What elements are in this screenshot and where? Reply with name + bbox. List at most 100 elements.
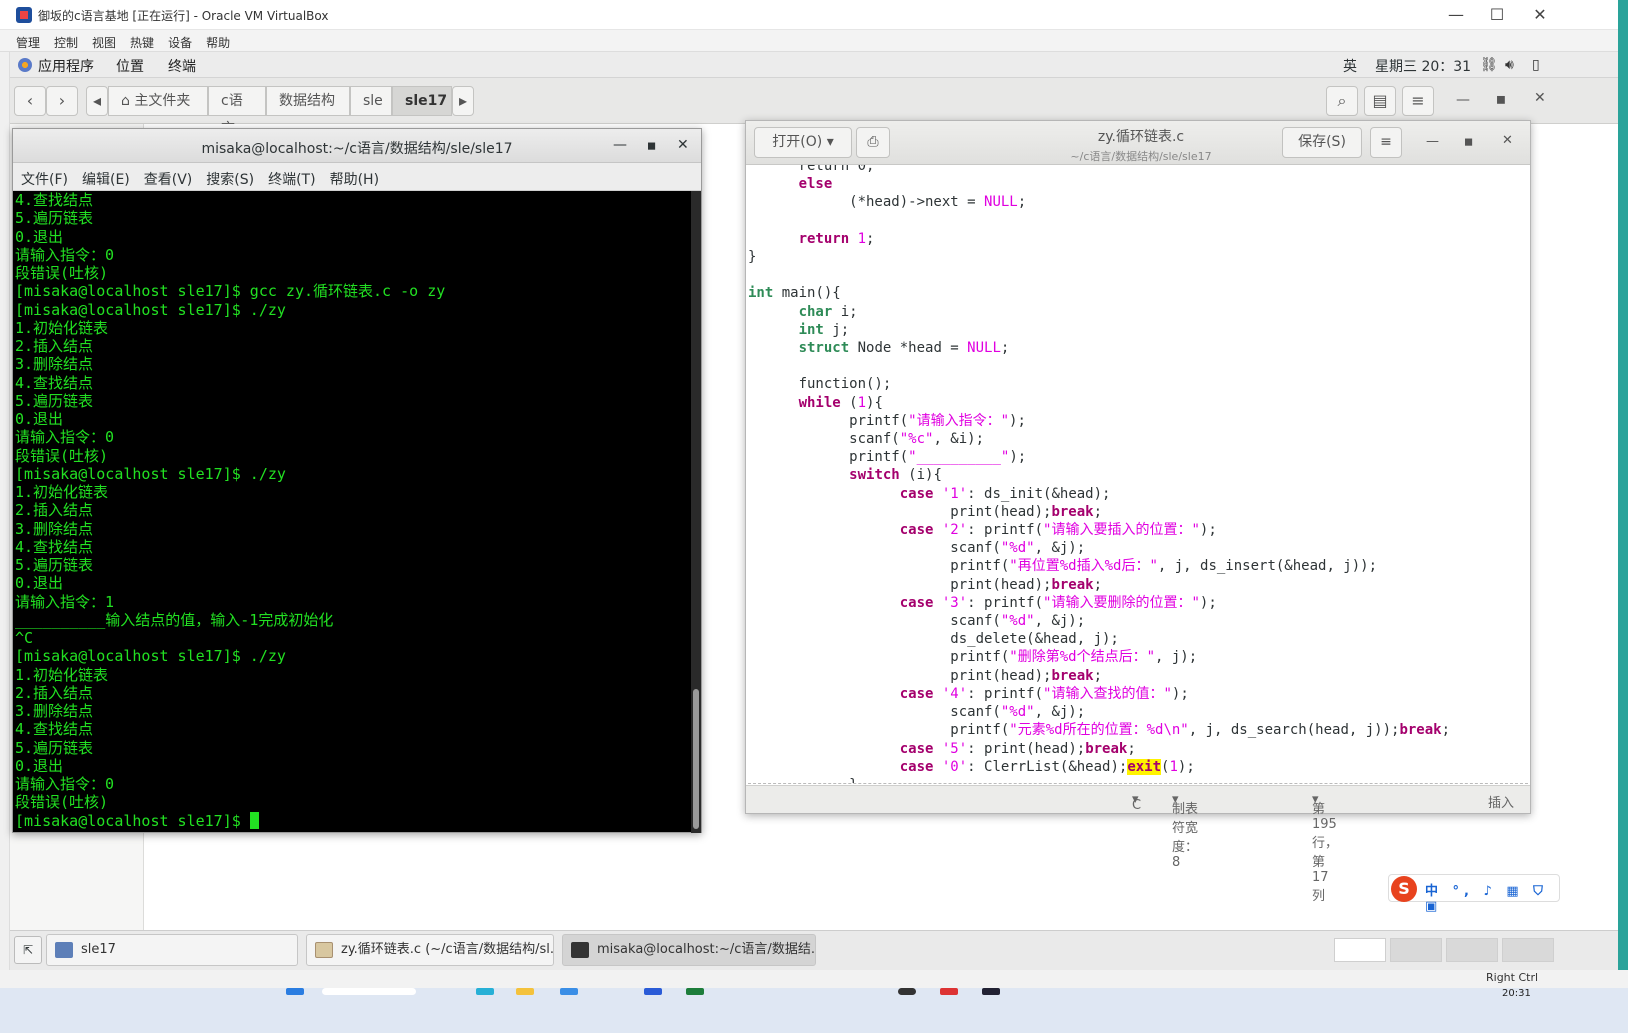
menu-help[interactable]: 帮助 (206, 34, 230, 51)
breadcrumb-data-structures[interactable]: 数据结构 (266, 86, 350, 116)
terminal-menu-search[interactable]: 搜索(S) (206, 169, 254, 189)
menu-hotkey[interactable]: 热键 (130, 34, 154, 51)
host-explorer-icon[interactable] (516, 988, 534, 995)
workspace-1[interactable] (1334, 938, 1386, 962)
host-search-box[interactable] (322, 988, 416, 995)
tab-width-selector[interactable]: 制表符宽度：8 ▾ (1172, 792, 1198, 870)
volume-icon[interactable]: 🔊︎ (1505, 57, 1514, 73)
search-icon[interactable]: ⌕ (1326, 86, 1358, 116)
code-token: : print(head); (967, 740, 1086, 757)
code-line: printf("元素%d所在的位置：%d\n", j, ds_search(he… (748, 721, 1530, 739)
code-token: "元素%d所在的位置：%d\n" (1009, 722, 1189, 739)
terminal-line: 4.查找结点 (15, 720, 94, 739)
windows-start-icon[interactable] (286, 988, 304, 995)
maximize-icon[interactable]: ☐ (1483, 4, 1511, 26)
code-token: break (1051, 667, 1094, 684)
clock[interactable]: 星期三 20：31 (1375, 56, 1471, 76)
minimize-icon[interactable]: — (1442, 4, 1470, 26)
code-token: ); (1177, 758, 1195, 775)
task-sle17[interactable]: sle17 (46, 934, 298, 966)
terminal-app-menu[interactable]: 终端 (168, 56, 196, 76)
code-token: ); (1199, 522, 1217, 539)
terminal-line: 请输入指令：0 (15, 245, 115, 264)
code-editor[interactable]: return 0; else (*head)->next = NULL; ret… (748, 165, 1530, 783)
code-token: function(); (748, 376, 892, 393)
menu-manage[interactable]: 管理 (16, 34, 40, 51)
workspace-2[interactable] (1390, 938, 1442, 962)
breadcrumb-home[interactable]: ⌂ 主文件夹 (108, 86, 208, 116)
host-app-icon[interactable] (560, 988, 578, 995)
open-button[interactable]: 打开(O) ▾ (754, 127, 852, 158)
breadcrumb-right-icon[interactable]: ▸ (452, 86, 474, 116)
places-menu[interactable]: 位置 (116, 56, 144, 76)
task-gedit[interactable]: zy.循环链表.c (~/c语言/数据结构/sl... (306, 934, 554, 966)
breadcrumb-sle17[interactable]: sle17 (392, 86, 452, 116)
code-token: , &j); (1034, 613, 1086, 630)
close-icon[interactable]: ✕ (1526, 4, 1554, 26)
gedit-headerbar: 打开(O) ▾ ⎙ zy.循环链表.c ~/c语言/数据结构/sle/sle17… (746, 121, 1530, 165)
vbox-menubar: 管理 控制 视图 热键 设备 帮助 (0, 30, 1628, 52)
code-token: Node *head = (849, 340, 968, 357)
show-desktop-icon[interactable]: ⇱ (14, 936, 42, 964)
files-maximize-icon[interactable]: ◼ (1496, 92, 1506, 106)
code-line: return 0; (748, 165, 1530, 175)
files-minimize-icon[interactable]: — (1456, 92, 1470, 108)
input-language-indicator[interactable]: 英 (1343, 56, 1357, 76)
cursor-position[interactable]: 第 195 行，第 17 列 ▾ (1312, 792, 1338, 904)
back-icon[interactable]: ‹ (14, 86, 46, 116)
host-app-icon[interactable] (940, 988, 958, 995)
gedit-menu-icon[interactable]: ≡ (1370, 127, 1402, 158)
insert-mode[interactable]: 插入 (1488, 792, 1514, 811)
terminal-line: [misaka@localhost sle17]$ ./zy (15, 300, 286, 319)
terminal-output[interactable]: 4.查找结点 5.遍历链表 0.退出 请输入指令：0 段错误(吐核) [misaka@lo… (15, 191, 691, 833)
workspace-3[interactable] (1446, 938, 1498, 962)
language-selector[interactable]: C ▾ (1132, 792, 1141, 813)
task-terminal[interactable]: misaka@localhost:~/c语言/数据结... (562, 934, 816, 966)
battery-icon[interactable]: ▯ (1532, 57, 1540, 73)
terminal-close-icon[interactable]: ✕ (677, 137, 689, 153)
terminal-menu-terminal[interactable]: 终端(T) (268, 169, 315, 189)
gedit-close-icon[interactable]: ✕ (1502, 133, 1513, 148)
code-token: ; (866, 230, 875, 247)
breadcrumb-c-language[interactable]: c语言 (208, 86, 266, 137)
breadcrumb-sle[interactable]: sle (350, 86, 392, 116)
terminal-maximize-icon[interactable]: ◼ (647, 139, 656, 152)
menu-control[interactable]: 控制 (54, 34, 78, 51)
terminal-scrollbar-thumb[interactable] (693, 689, 699, 829)
text-editor-icon (315, 942, 333, 958)
terminal-menu-file[interactable]: 文件(F) (21, 169, 68, 189)
ime-controls[interactable]: 中 °, ♪ ▦ ⛉ ▣ (1425, 880, 1559, 914)
workspace-4[interactable] (1502, 938, 1554, 962)
terminal-line: 请输入指令：0 (15, 775, 115, 793)
host-clock: 20:31 (1502, 988, 1531, 999)
code-token: print(head); (748, 576, 1052, 593)
host-app-icon[interactable] (644, 988, 662, 995)
gedit-maximize-icon[interactable]: ◼ (1464, 135, 1473, 148)
code-line: scanf("%d", &j); (748, 612, 1530, 630)
host-app-icon[interactable] (686, 988, 704, 995)
host-app-icon[interactable] (476, 988, 494, 995)
hamburger-menu-icon[interactable]: ≡ (1402, 86, 1434, 116)
save-button[interactable]: 保存(S) (1282, 127, 1362, 158)
files-close-icon[interactable]: ✕ (1534, 90, 1546, 106)
terminal-menu-edit[interactable]: 编辑(E) (82, 169, 130, 189)
applications-menu[interactable]: 应用程序 (38, 56, 94, 76)
terminal-minimize-icon[interactable]: — (613, 137, 627, 153)
terminal-menu-help[interactable]: 帮助(H) (330, 169, 379, 189)
terminal-menu-view[interactable]: 查看(V) (144, 169, 193, 189)
network-icon[interactable]: ⛓ (1480, 57, 1498, 73)
terminal-line: 请输入指令：1 (15, 592, 115, 611)
host-app-icon[interactable] (898, 988, 916, 995)
ime-toolbar[interactable]: S 中 °, ♪ ▦ ⛉ ▣ (1388, 874, 1560, 914)
host-app-icon[interactable] (982, 988, 1000, 995)
menu-devices[interactable]: 设备 (168, 34, 192, 51)
new-tab-icon[interactable]: ⎙ (856, 127, 890, 158)
breadcrumb-left-icon[interactable]: ◂ (86, 86, 108, 116)
menu-view[interactable]: 视图 (92, 34, 116, 51)
host-key-label: Right Ctrl (1486, 971, 1539, 984)
gedit-minimize-icon[interactable]: — (1426, 134, 1439, 149)
view-toggle-icon[interactable]: ▤ (1364, 86, 1396, 116)
forward-icon[interactable]: › (46, 86, 78, 116)
